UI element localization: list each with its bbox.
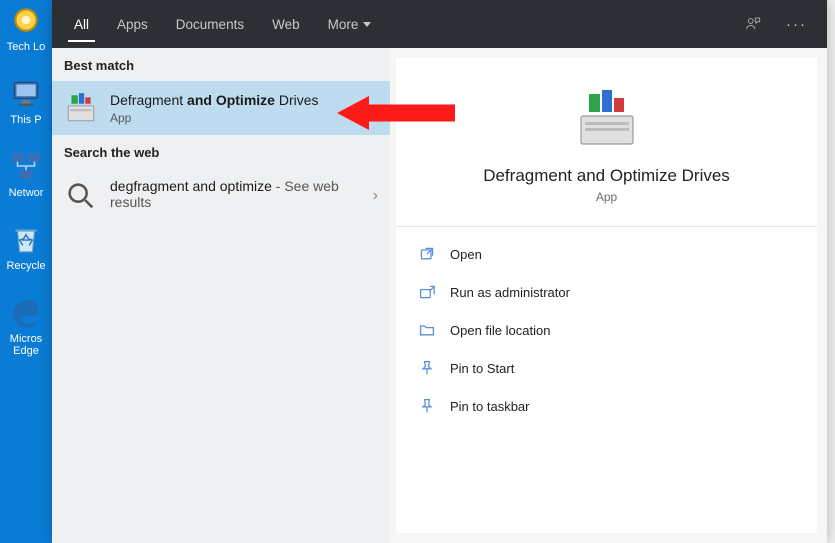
- shield-icon: [418, 283, 436, 301]
- tab-all[interactable]: All: [60, 0, 103, 48]
- preview-title: Defragment and Optimize Drives: [483, 166, 730, 186]
- desktop-icon-edge[interactable]: Micros Edge: [3, 294, 49, 357]
- desktop-icon-network[interactable]: Networ: [3, 148, 49, 199]
- sparkle-icon: [8, 2, 44, 38]
- chevron-down-icon: [363, 22, 371, 27]
- preview-column: Defragment and Optimize Drives App Open …: [396, 58, 817, 533]
- desktop-icon-label: This P: [10, 114, 41, 126]
- defrag-large-icon: [575, 86, 639, 150]
- action-label: Run as administrator: [450, 285, 570, 300]
- action-open[interactable]: Open: [396, 235, 817, 273]
- action-open-location[interactable]: Open file location: [396, 311, 817, 349]
- tab-documents[interactable]: Documents: [162, 0, 258, 48]
- desktop-icon-label: Networ: [9, 187, 44, 199]
- results-column: Best match Defragment and Optimize Drive…: [52, 48, 390, 543]
- pc-icon: [8, 75, 44, 111]
- action-label: Open: [450, 247, 482, 262]
- result-title: Defragment and Optimize Drives: [110, 92, 378, 108]
- title-pre: Defragment: [110, 92, 187, 108]
- action-pin-start[interactable]: Pin to Start: [396, 349, 817, 387]
- person-feedback-icon: [744, 15, 762, 33]
- best-match-result[interactable]: Defragment and Optimize Drives App: [52, 81, 390, 135]
- defrag-icon: [64, 91, 98, 125]
- desktop-icon-tech[interactable]: Tech Lo: [3, 2, 49, 53]
- search-panel: All Apps Documents Web More ··· Best mat…: [52, 0, 827, 543]
- search-web-header: Search the web: [52, 135, 390, 168]
- ellipsis-icon: ···: [786, 16, 807, 33]
- desktop-icon-label: Recycle: [6, 260, 45, 272]
- result-text: degfragment and optimize - See web resul…: [110, 178, 367, 213]
- result-sub: App: [110, 111, 378, 125]
- pin-icon: [418, 397, 436, 415]
- tab-web[interactable]: Web: [258, 0, 314, 48]
- action-run-admin[interactable]: Run as administrator: [396, 273, 817, 311]
- open-icon: [418, 245, 436, 263]
- edge-icon: [8, 294, 44, 330]
- result-text: Defragment and Optimize Drives App: [110, 92, 378, 125]
- desktop-icon-recycle[interactable]: Recycle: [3, 221, 49, 272]
- best-match-header: Best match: [52, 48, 390, 81]
- desktop-icon-label: Micros Edge: [3, 333, 49, 357]
- chevron-right-icon: ›: [373, 187, 378, 205]
- actions-list: Open Run as administrator Open file loca…: [396, 227, 817, 433]
- recycle-bin-icon: [8, 221, 44, 257]
- more-options-button[interactable]: ···: [774, 0, 819, 48]
- action-label: Pin to Start: [450, 361, 514, 376]
- preview-header: Defragment and Optimize Drives App: [396, 58, 817, 227]
- desktop-icon-label: Tech Lo: [7, 41, 46, 53]
- tab-more-label: More: [328, 17, 359, 32]
- title-post: Drives: [275, 92, 319, 108]
- result-title: degfragment and optimize - See web resul…: [110, 178, 367, 210]
- action-pin-taskbar[interactable]: Pin to taskbar: [396, 387, 817, 425]
- tab-more[interactable]: More: [314, 0, 386, 48]
- network-icon: [8, 148, 44, 184]
- action-label: Pin to taskbar: [450, 399, 530, 414]
- preview-sub: App: [596, 190, 617, 204]
- tab-apps[interactable]: Apps: [103, 0, 162, 48]
- search-body: Best match Defragment and Optimize Drive…: [52, 48, 827, 543]
- folder-icon: [418, 321, 436, 339]
- desktop-icon-this-pc[interactable]: This P: [3, 75, 49, 126]
- search-icon: [64, 179, 98, 213]
- desktop: Tech Lo This P Networ Recycle Micros Edg…: [0, 0, 52, 543]
- feedback-button[interactable]: [732, 0, 774, 48]
- pin-icon: [418, 359, 436, 377]
- action-label: Open file location: [450, 323, 550, 338]
- title-bold: and Optimize: [187, 92, 275, 108]
- web-result[interactable]: degfragment and optimize - See web resul…: [52, 168, 390, 223]
- web-title: degfragment and optimize: [110, 178, 272, 194]
- tab-bar: All Apps Documents Web More ···: [52, 0, 827, 48]
